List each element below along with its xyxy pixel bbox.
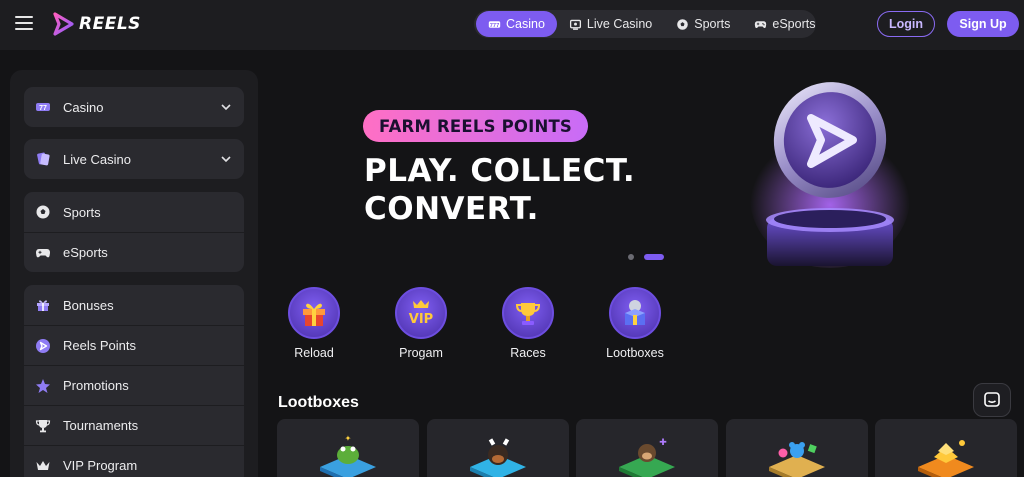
sidebar-item-casino[interactable]: 77 Casino [24, 87, 244, 127]
sidebar-item-label: VIP Program [63, 458, 138, 473]
svg-text:77: 77 [39, 105, 47, 112]
sidebar-item-bonuses[interactable]: Bonuses [24, 285, 244, 325]
sidebar-group-casino: 77 Casino [24, 87, 244, 127]
sidebar-item-sports[interactable]: Sports [24, 192, 244, 232]
headline-line-1: PLAY. COLLECT. [364, 153, 636, 189]
signup-button[interactable]: Sign Up [947, 11, 1019, 37]
gift-box-icon [288, 287, 340, 339]
chevron-down-icon[interactable] [220, 153, 232, 165]
svg-text:✦: ✦ [345, 434, 352, 443]
treasure-box-icon [609, 287, 661, 339]
sidebar-item-live-casino[interactable]: Live Casino [24, 139, 244, 179]
dog-lootbox-icon [470, 438, 526, 477]
lootbox-card[interactable] [427, 419, 569, 477]
sidebar-item-label: Casino [63, 99, 104, 115]
carousel-dot-1[interactable] [628, 254, 634, 260]
lootbox-card[interactable]: ✦ [277, 419, 419, 477]
monkey-lootbox-icon: ✚ [619, 438, 675, 477]
tab-label: Live Casino [586, 17, 653, 31]
tab-label: Sports [694, 17, 731, 31]
reels-points-icon [34, 337, 51, 354]
quick-link-lootboxes[interactable]: Lootboxes [595, 287, 675, 360]
gift-icon [34, 297, 51, 314]
chat-support-button[interactable] [973, 383, 1011, 417]
vip-crown-icon: VIP [395, 287, 447, 339]
sidebar-item-label: Reels Points [63, 338, 136, 353]
banner-headline: PLAY. COLLECT. CONVERT. [364, 152, 635, 228]
sidebar-item-label: Tournaments [63, 418, 139, 433]
soccer-ball-icon [677, 18, 689, 30]
top-header: REELS 777 Casino Live Casino Sports eSpo… [0, 0, 1024, 50]
sidebar-item-label: Live Casino [63, 151, 131, 167]
sidebar-item-vip-program[interactable]: VIP Program [24, 445, 244, 477]
menu-icon[interactable] [15, 16, 33, 30]
casino-icon: 777 [488, 20, 501, 28]
sidebar-item-promotions[interactable]: Promotions [24, 365, 244, 405]
headline-line-2: CONVERT. [364, 191, 539, 227]
quick-link-reload[interactable]: Reload [274, 287, 354, 360]
lootbox-card[interactable] [726, 419, 868, 477]
casino-icon: 77 [34, 99, 51, 116]
promo-banner[interactable]: FARM REELS POINTS PLAY. COLLECT. CONVERT… [280, 70, 980, 275]
quick-link-races[interactable]: Races [488, 287, 568, 360]
reels-logo-icon [53, 12, 74, 36]
quick-link-label: Reload [294, 346, 334, 360]
quick-link-label: Progam [399, 346, 443, 360]
sidebar-group-live-casino: Live Casino [24, 139, 244, 179]
sidebar-group-rewards: Bonuses Reels Points Promotions Tourname… [24, 285, 244, 477]
sidebar-item-esports[interactable]: eSports [24, 232, 244, 272]
reels-coin-illustration [750, 82, 910, 268]
lootbox-card[interactable] [875, 419, 1017, 477]
svg-text:VIP: VIP [409, 312, 433, 327]
lootbox-card[interactable]: ✚ [576, 419, 718, 477]
login-button[interactable]: Login [877, 11, 935, 37]
svg-text:✚: ✚ [659, 438, 667, 448]
quick-link-vip-program[interactable]: VIP Progam [381, 287, 461, 360]
soccer-ball-icon [34, 204, 51, 221]
live-casino-icon [34, 151, 51, 168]
sidebar-item-label: Bonuses [63, 297, 114, 313]
quick-link-label: Races [510, 346, 546, 360]
gummy-bear-lootbox-icon [769, 442, 825, 477]
chat-icon [984, 392, 1000, 407]
crown-icon [34, 457, 51, 474]
tab-label: Casino [506, 17, 545, 31]
logo[interactable]: REELS [50, 11, 141, 37]
sidebar: 77 Casino Live Casino Sports eSports Bon… [10, 70, 258, 477]
sidebar-item-label: eSports [63, 245, 108, 260]
carousel-dot-2[interactable] [644, 254, 664, 260]
sidebar-item-label: Sports [63, 204, 101, 220]
trophy-icon [34, 417, 51, 434]
tab-live-casino[interactable]: Live Casino [557, 11, 664, 37]
tab-esports[interactable]: eSports [742, 11, 827, 37]
trophy-cup-icon [502, 287, 554, 339]
sidebar-item-reels-points[interactable]: Reels Points [24, 325, 244, 365]
lootboxes-section-title: Lootboxes [278, 394, 359, 411]
svg-text:777: 777 [490, 22, 499, 28]
sidebar-group-sports: Sports eSports [24, 192, 244, 272]
carousel-dots [628, 254, 664, 260]
sidebar-item-label: Promotions [63, 378, 129, 393]
quick-link-label: Lootboxes [606, 346, 664, 360]
tab-sports[interactable]: Sports [664, 11, 742, 37]
tab-casino[interactable]: 777 Casino [476, 11, 557, 37]
live-casino-icon [569, 19, 581, 30]
main-nav: 777 Casino Live Casino Sports eSports [474, 10, 816, 38]
gold-bar-lootbox-icon [918, 440, 974, 477]
gamepad-icon [34, 244, 51, 261]
chevron-down-icon[interactable] [220, 101, 232, 113]
gamepad-icon [755, 20, 767, 28]
frog-lootbox-icon: ✦ [320, 434, 376, 477]
sidebar-item-tournaments[interactable]: Tournaments [24, 405, 244, 445]
logo-text: REELS [79, 14, 141, 34]
banner-pill: FARM REELS POINTS [363, 110, 589, 142]
star-icon [34, 377, 51, 394]
tab-label: eSports [772, 17, 816, 31]
